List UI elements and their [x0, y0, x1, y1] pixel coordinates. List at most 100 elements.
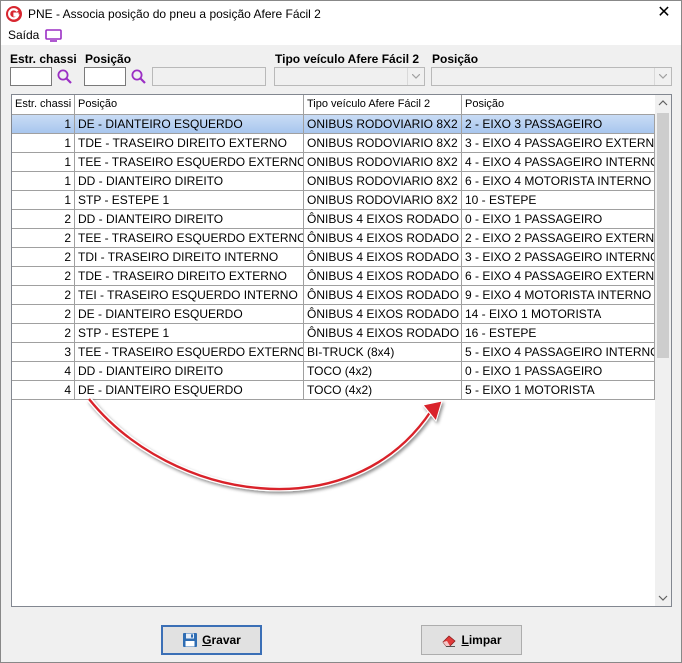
cell-posicao2[interactable]: 3 - EIXO 4 PASSAGEIRO EXTERNO	[462, 134, 655, 153]
cell-tipo-veiculo[interactable]: ONIBUS RODOVIARIO 8X2 T...	[304, 134, 462, 153]
table-row[interactable]: 2 DE - DIANTEIRO ESQUERDO ÔNIBUS 4 EIXOS R…	[12, 305, 657, 324]
cell-posicao[interactable]: DD - DIANTEIRO DIREITO	[75, 172, 304, 191]
cell-estr-chassi[interactable]: 2	[12, 267, 75, 286]
cell-posicao[interactable]: STP - ESTEPE 1	[75, 324, 304, 343]
table-row[interactable]: 1 DE - DIANTEIRO ESQUERDO ONIBUS RODOVIARI…	[12, 115, 657, 134]
table-row[interactable]: 2 TEE - TRASEIRO ESQUERDO EXTERNO ÔNIBUS 4…	[12, 229, 657, 248]
search-icon[interactable]	[130, 68, 148, 85]
scroll-down-icon[interactable]	[655, 589, 671, 606]
table-row[interactable]: 1 TDE - TRASEIRO DIREITO EXTERNO ONIBUS RO…	[12, 134, 657, 153]
scroll-up-icon[interactable]	[655, 95, 671, 112]
search-icon[interactable]	[56, 68, 74, 85]
close-icon: ✕	[657, 4, 671, 21]
cell-posicao[interactable]: DD - DIANTEIRO DIREITO	[75, 362, 304, 381]
tipo-veiculo-combo[interactable]	[274, 67, 425, 86]
table-row[interactable]: 2 TDI - TRASEIRO DIREITO INTERNO ÔNIBUS 4 …	[12, 248, 657, 267]
cell-tipo-veiculo[interactable]: ONIBUS RODOVIARIO 8X2 T...	[304, 115, 462, 134]
table-row[interactable]: 3 TEE - TRASEIRO ESQUERDO EXTERNO BI-TRUCK…	[12, 343, 657, 362]
cell-estr-chassi[interactable]: 4	[12, 362, 75, 381]
cell-tipo-veiculo[interactable]: ÔNIBUS 4 EIXOS RODADO S...	[304, 286, 462, 305]
cell-tipo-veiculo[interactable]: ÔNIBUS 4 EIXOS RODADO S...	[304, 324, 462, 343]
cell-posicao2[interactable]: 6 - EIXO 4 PASSAGEIRO EXTERNO	[462, 267, 655, 286]
column-header-tipo-veiculo[interactable]: Tipo veículo Afere Fácil 2	[304, 95, 462, 115]
estr-chassi-field[interactable]	[10, 67, 52, 86]
gravar-button[interactable]: Gravar	[161, 625, 262, 655]
posicao-field[interactable]	[84, 67, 126, 86]
column-header-posicao2[interactable]: Posição	[462, 95, 657, 115]
grid-header: Estr. chassi Posição Tipo veículo Afere …	[12, 95, 657, 115]
cell-posicao2[interactable]: 9 - EIXO 4 MOTORISTA INTERNO	[462, 286, 655, 305]
cell-posicao2[interactable]: 0 - EIXO 1 PASSAGEIRO	[462, 210, 655, 229]
cell-estr-chassi[interactable]: 2	[12, 324, 75, 343]
posicao2-input	[432, 68, 671, 85]
table-row[interactable]: 1 TEE - TRASEIRO ESQUERDO EXTERNO ONIBUS R…	[12, 153, 657, 172]
cell-estr-chassi[interactable]: 3	[12, 343, 75, 362]
cell-estr-chassi[interactable]: 2	[12, 229, 75, 248]
cell-posicao2[interactable]: 2 - EIXO 2 PASSAGEIRO EXTERNO	[462, 229, 655, 248]
cell-tipo-veiculo[interactable]: TOCO (4x2)	[304, 362, 462, 381]
cell-posicao[interactable]: TEE - TRASEIRO ESQUERDO EXTERNO	[75, 229, 304, 248]
cell-posicao[interactable]: DE - DIANTEIRO ESQUERDO	[75, 115, 304, 134]
cell-posicao2[interactable]: 0 - EIXO 1 PASSAGEIRO	[462, 362, 655, 381]
cell-tipo-veiculo[interactable]: ÔNIBUS 4 EIXOS RODADO S...	[304, 229, 462, 248]
monitor-icon[interactable]	[45, 29, 62, 42]
cell-estr-chassi[interactable]: 2	[12, 286, 75, 305]
cell-tipo-veiculo[interactable]: ÔNIBUS 4 EIXOS RODADO S...	[304, 248, 462, 267]
estr-chassi-input[interactable]	[11, 68, 51, 85]
cell-tipo-veiculo[interactable]: ÔNIBUS 4 EIXOS RODADO S...	[304, 305, 462, 324]
table-row[interactable]: 2 TDE - TRASEIRO DIREITO EXTERNO ÔNIBUS 4 …	[12, 267, 657, 286]
cell-estr-chassi[interactable]: 1	[12, 153, 75, 172]
cell-posicao[interactable]: TDE - TRASEIRO DIREITO EXTERNO	[75, 267, 304, 286]
cell-tipo-veiculo[interactable]: ÔNIBUS 4 EIXOS RODADO S...	[304, 267, 462, 286]
cell-posicao[interactable]: TEE - TRASEIRO ESQUERDO EXTERNO	[75, 343, 304, 362]
posicao-input[interactable]	[85, 68, 125, 85]
cell-posicao2[interactable]: 4 - EIXO 4 PASSAGEIRO INTERNO	[462, 153, 655, 172]
close-button[interactable]: ✕	[647, 1, 681, 27]
data-grid[interactable]: Estr. chassi Posição Tipo veículo Afere …	[11, 94, 672, 607]
table-row[interactable]: 1 STP - ESTEPE 1 ONIBUS RODOVIARIO 8X2 T..…	[12, 191, 657, 210]
cell-tipo-veiculo[interactable]: ONIBUS RODOVIARIO 8X2 T...	[304, 191, 462, 210]
annotation-arrow-icon	[87, 397, 443, 492]
cell-estr-chassi[interactable]: 2	[12, 210, 75, 229]
cell-posicao[interactable]: STP - ESTEPE 1	[75, 191, 304, 210]
table-row[interactable]: 4 DD - DIANTEIRO DIREITO TOCO (4x2) 0 - EIX…	[12, 362, 657, 381]
cell-posicao2[interactable]: 6 - EIXO 4 MOTORISTA INTERNO	[462, 172, 655, 191]
cell-tipo-veiculo[interactable]: BI-TRUCK (8x4)	[304, 343, 462, 362]
table-row[interactable]: 2 TEI - TRASEIRO ESQUERDO INTERNO ÔNIBUS 4…	[12, 286, 657, 305]
cell-posicao2[interactable]: 16 - ESTEPE	[462, 324, 655, 343]
chevron-down-icon[interactable]	[654, 68, 671, 85]
cell-tipo-veiculo[interactable]: ONIBUS RODOVIARIO 8X2 T...	[304, 153, 462, 172]
cell-estr-chassi[interactable]: 1	[12, 115, 75, 134]
cell-estr-chassi[interactable]: 2	[12, 248, 75, 267]
cell-estr-chassi[interactable]: 1	[12, 134, 75, 153]
column-header-posicao[interactable]: Posição	[75, 95, 304, 115]
cell-estr-chassi[interactable]: 1	[12, 191, 75, 210]
cell-estr-chassi[interactable]: 2	[12, 305, 75, 324]
cell-posicao2[interactable]: 5 - EIXO 1 MOTORISTA	[462, 381, 655, 400]
table-row[interactable]: 2 DD - DIANTEIRO DIREITO ÔNIBUS 4 EIXOS RO…	[12, 210, 657, 229]
table-row[interactable]: 2STP - ESTEPE 1ÔNIBUS 4 EIXOS RODADO S..…	[12, 324, 657, 343]
cell-posicao[interactable]: TEE - TRASEIRO ESQUERDO EXTERNO	[75, 153, 304, 172]
cell-tipo-veiculo[interactable]: ÔNIBUS 4 EIXOS RODADO S...	[304, 210, 462, 229]
vertical-scrollbar[interactable]	[655, 95, 671, 606]
menu-item-saida[interactable]: Saída	[8, 28, 39, 42]
cell-posicao[interactable]: TDI - TRASEIRO DIREITO INTERNO	[75, 248, 304, 267]
limpar-button[interactable]: Limpar	[421, 625, 522, 655]
cell-posicao[interactable]: TEI - TRASEIRO ESQUERDO INTERNO	[75, 286, 304, 305]
cell-posicao2[interactable]: 5 - EIXO 4 PASSAGEIRO INTERNO	[462, 343, 655, 362]
scrollbar-thumb[interactable]	[657, 113, 669, 358]
cell-posicao[interactable]: DD - DIANTEIRO DIREITO	[75, 210, 304, 229]
cell-estr-chassi[interactable]: 4	[12, 381, 75, 400]
cell-estr-chassi[interactable]: 1	[12, 172, 75, 191]
cell-tipo-veiculo[interactable]: ONIBUS RODOVIARIO 8X2 T...	[304, 172, 462, 191]
cell-posicao2[interactable]: 2 - EIXO 3 PASSAGEIRO	[462, 115, 655, 134]
cell-posicao2[interactable]: 10 - ESTEPE	[462, 191, 655, 210]
cell-posicao[interactable]: TDE - TRASEIRO DIREITO EXTERNO	[75, 134, 304, 153]
cell-posicao2[interactable]: 3 - EIXO 2 PASSAGEIRO INTERNO	[462, 248, 655, 267]
chevron-down-icon[interactable]	[407, 68, 424, 85]
column-header-estr-chassi[interactable]: Estr. chassi	[12, 95, 75, 115]
table-row[interactable]: 1 DD - DIANTEIRO DIREITO ONIBUS RODOVIARIO…	[12, 172, 657, 191]
cell-posicao[interactable]: DE - DIANTEIRO ESQUERDO	[75, 305, 304, 324]
cell-posicao2[interactable]: 14 - EIXO 1 MOTORISTA	[462, 305, 655, 324]
posicao2-combo[interactable]	[431, 67, 672, 86]
